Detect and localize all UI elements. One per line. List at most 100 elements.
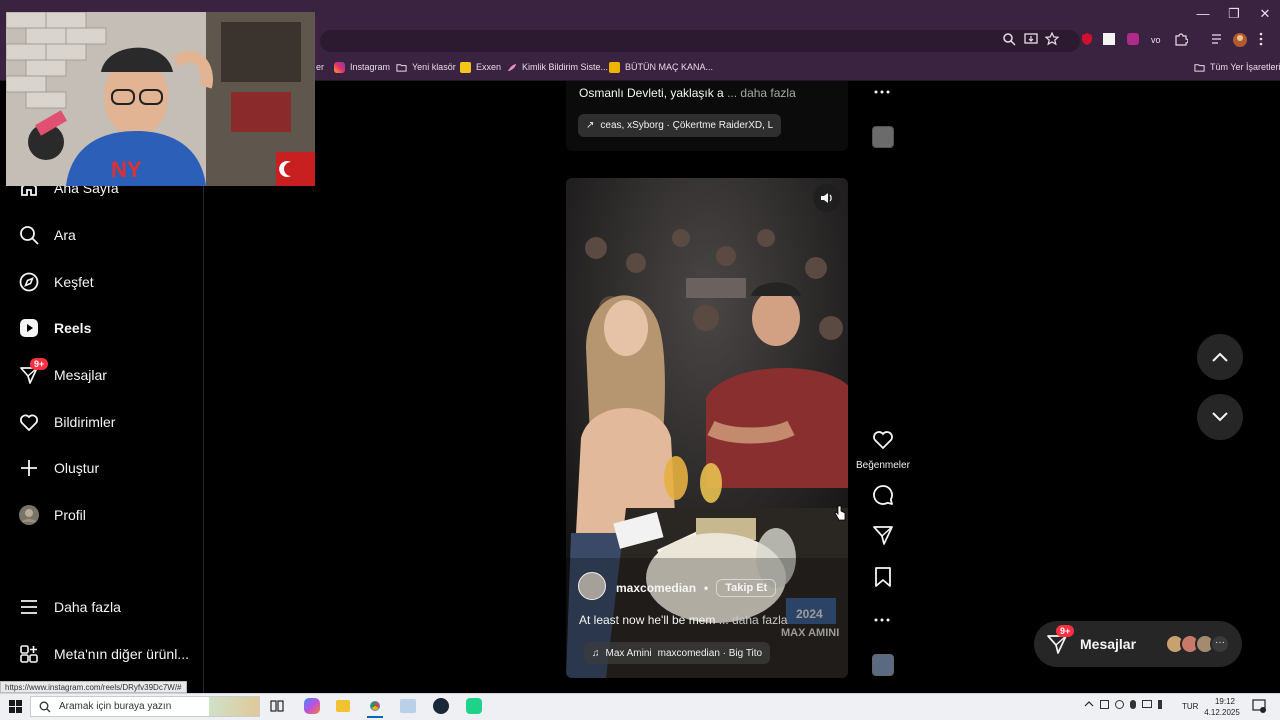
minimize-icon[interactable]: — <box>1188 4 1218 24</box>
sidebar-item-notifications[interactable]: Bildirimler <box>18 404 198 440</box>
messages-pill[interactable]: 9+ Mesajlar ··· <box>1034 621 1242 667</box>
taskbar-search[interactable]: Aramak için buraya yazın <box>30 696 260 717</box>
bookmark-instagram[interactable]: Instagram <box>334 58 390 76</box>
sidebar-item-profile[interactable]: Profil <box>18 497 198 533</box>
comment-icon[interactable] <box>872 484 894 506</box>
messages-pill-label: Mesajlar <box>1080 636 1137 652</box>
zoom-icon[interactable] <box>1002 32 1020 50</box>
messenger-icon: 9+ <box>18 358 49 386</box>
separator-dot: • <box>704 581 709 595</box>
bookmark-save-icon[interactable] <box>874 567 892 587</box>
audio-thumbnail[interactable] <box>872 126 894 148</box>
previous-reel-audio[interactable]: ↗ ceas, xSyborg · Çökertme RaiderXD, L <box>578 114 782 137</box>
more-options-icon[interactable] <box>874 84 890 100</box>
bookmark-kimlik[interactable]: Kimlik Bildirim Siste... <box>506 58 608 76</box>
battery-icon[interactable] <box>1100 700 1109 709</box>
sidebar-item-more[interactable]: Daha fazla <box>18 589 198 625</box>
exxen-icon <box>460 61 471 73</box>
bookmark-label: Kimlik Bildirim Siste... <box>522 62 609 72</box>
svg-text:NY: NY <box>111 157 142 182</box>
plus-icon <box>18 457 40 479</box>
star-icon[interactable] <box>1045 32 1063 50</box>
apps-grid-icon <box>18 643 40 665</box>
microphone-icon[interactable] <box>1130 700 1136 709</box>
search-highlight-image <box>209 697 259 716</box>
sidebar-item-messages[interactable]: 9+ Mesajlar <box>18 357 198 393</box>
extension-vo-icon[interactable]: vo <box>1150 32 1168 50</box>
bookmark-label: Instagram <box>350 62 391 72</box>
reel-video[interactable]: 2024 MAX AMINI <box>566 178 848 678</box>
reel-author-avatar[interactable] <box>578 572 606 600</box>
restore-icon[interactable]: ❐ <box>1219 4 1249 24</box>
media-control-icon[interactable] <box>1210 32 1228 50</box>
next-reel-button[interactable] <box>1197 394 1243 440</box>
caption-text: Osmanlı Devleti, yaklaşık a <box>579 86 724 100</box>
extension-square-icon[interactable] <box>1102 32 1120 50</box>
recent-contacts: ··· <box>1165 634 1230 654</box>
chrome-icon[interactable] <box>367 698 383 714</box>
bookmark-folder[interactable]: Yeni klasör <box>396 58 456 76</box>
caption-text: At least now he'll be mem <box>579 613 716 627</box>
close-icon[interactable]: ✕ <box>1250 4 1280 24</box>
menu-kebab-icon[interactable] <box>1258 32 1276 50</box>
music-note-icon: ♫ <box>592 647 600 659</box>
sidebar-item-create[interactable]: Oluştur <box>18 450 198 486</box>
sidebar-item-reels[interactable]: Reels <box>18 310 198 346</box>
network-icon[interactable] <box>1142 700 1152 708</box>
copilot-icon[interactable] <box>304 698 320 714</box>
cloud-icon[interactable] <box>1115 700 1124 709</box>
reel-author-row: maxcomedian • Takip Et <box>616 579 777 597</box>
bookmark-item[interactable]: er <box>316 58 324 76</box>
language-indicator[interactable]: TUR <box>1182 702 1198 711</box>
address-bar[interactable] <box>320 30 1080 52</box>
bookmark-exxen[interactable]: Exxen <box>460 58 501 76</box>
likes-label[interactable]: Beğenmeler <box>856 460 910 471</box>
more-link[interactable]: ... daha fazla <box>719 613 788 627</box>
more-contacts-icon: ··· <box>1210 634 1230 654</box>
task-view-icon[interactable] <box>270 699 284 713</box>
reel-audio-chip[interactable]: ♫ Max Amini maxcomedian · Big Tito <box>584 642 771 664</box>
sidebar-item-meta[interactable]: Meta'nın diğer ürünl... <box>18 636 198 672</box>
audio-artist: Max Amini <box>605 647 652 659</box>
profile-avatar-icon[interactable] <box>1232 32 1250 50</box>
previous-reel-button[interactable] <box>1197 334 1243 380</box>
clock[interactable]: 19:12 4.12.2025 <box>1204 696 1240 718</box>
steam-icon[interactable] <box>433 698 449 714</box>
reel-caption: At least now he'll be mem ... daha fazla <box>579 613 787 627</box>
windows-start-icon[interactable] <box>9 700 22 713</box>
bookmark-mac[interactable]: BÜTÜN MAÇ KANA... <box>609 58 713 76</box>
sidebar-item-label: Bildirimler <box>54 414 116 430</box>
tray-chevron-icon[interactable] <box>1084 699 1094 709</box>
volume-icon[interactable] <box>813 184 841 212</box>
all-bookmarks[interactable]: Tüm Yer İşaretleri <box>1194 58 1280 76</box>
sidebar-item-label: Daha fazla <box>54 599 121 615</box>
hamburger-icon <box>18 596 40 618</box>
like-button[interactable] <box>868 430 898 450</box>
extension-pink-icon[interactable] <box>1126 32 1144 50</box>
audio-label: ceas, xSyborg · Çökertme RaiderXD, L <box>600 120 774 131</box>
webcam-overlay: NY <box>6 12 315 186</box>
notepad-icon[interactable] <box>400 699 416 713</box>
more-link[interactable]: ... daha fazla <box>727 86 796 100</box>
follow-button[interactable]: Takip Et <box>716 579 777 597</box>
file-explorer-icon[interactable] <box>336 700 350 712</box>
puzzle-icon[interactable] <box>1174 32 1192 50</box>
notification-center-icon[interactable] <box>1252 699 1266 713</box>
clock-date: 4.12.2025 <box>1204 708 1240 717</box>
app-green-icon[interactable] <box>466 698 482 714</box>
more-options-icon[interactable] <box>874 612 890 628</box>
install-icon[interactable] <box>1024 32 1042 50</box>
speaker-icon[interactable] <box>1158 700 1168 709</box>
sidebar-item-label: Oluştur <box>54 460 100 476</box>
share-icon[interactable] <box>872 524 894 546</box>
svg-text:vo: vo <box>1151 35 1161 45</box>
sidebar-item-search[interactable]: Ara <box>18 217 198 253</box>
sidebar-item-label: Keşfet <box>54 274 94 290</box>
search-icon <box>39 701 51 712</box>
sidebar-item-explore[interactable]: Keşfet <box>18 264 198 300</box>
extension-shield-icon[interactable] <box>1080 32 1098 50</box>
audio-thumbnail[interactable] <box>872 654 894 676</box>
reel-username[interactable]: maxcomedian <box>616 581 696 595</box>
bookmark-label: er <box>316 62 325 72</box>
audio-track: maxcomedian · Big Tito <box>657 647 763 659</box>
